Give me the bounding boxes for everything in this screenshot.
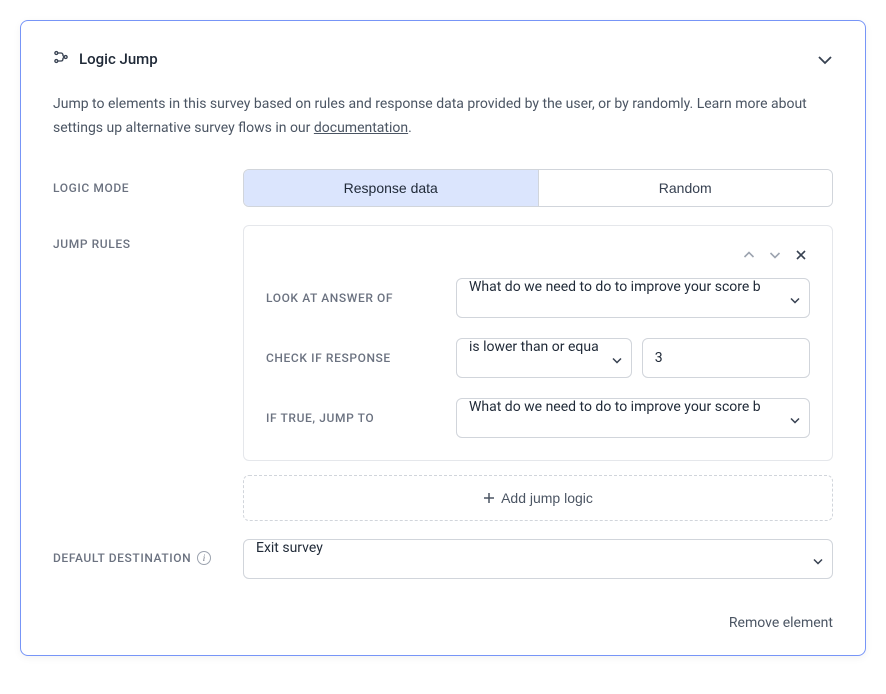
chevron-up-icon	[743, 251, 755, 259]
card-header: Logic Jump	[53, 49, 833, 69]
look-at-answer-select[interactable]: What do we need to do to improve your sc…	[456, 278, 810, 318]
jump-rules-row: JUMP RULES LOOK AT ANSWER OF	[53, 225, 833, 521]
info-icon[interactable]: i	[197, 551, 211, 565]
check-value-input[interactable]	[642, 338, 810, 378]
logic-jump-card: Logic Jump Jump to elements in this surv…	[20, 20, 866, 656]
default-destination-label-text: DEFAULT DESTINATION	[53, 551, 191, 565]
card-title: Logic Jump	[79, 50, 158, 68]
logic-mode-segmented: Response data Random	[243, 169, 833, 207]
documentation-link[interactable]: documentation	[314, 120, 408, 136]
jump-rules-label: JUMP RULES	[53, 225, 243, 251]
add-jump-logic-button[interactable]: Add jump logic	[243, 475, 833, 521]
remove-element-button[interactable]: Remove element	[729, 615, 833, 631]
delete-rule-button[interactable]	[792, 246, 810, 264]
chevron-down-icon	[769, 251, 781, 259]
description-text: Jump to elements in this survey based on…	[53, 93, 833, 141]
card-header-left: Logic Jump	[53, 49, 158, 69]
collapse-toggle[interactable]	[817, 50, 833, 69]
default-destination-label: DEFAULT DESTINATION i	[53, 539, 243, 565]
check-operator-select[interactable]: is lower than or equa	[456, 338, 632, 378]
card-footer: Remove element	[53, 615, 833, 631]
logic-mode-random[interactable]: Random	[539, 170, 833, 206]
check-if-response-label: CHECK IF RESPONSE	[266, 351, 456, 365]
default-destination-select[interactable]: Exit survey	[243, 539, 833, 579]
plus-icon	[483, 492, 495, 504]
description-before: Jump to elements in this survey based on…	[53, 96, 807, 136]
move-rule-up-button[interactable]	[740, 246, 758, 264]
check-if-response-row: CHECK IF RESPONSE is lower than or equa	[266, 338, 810, 378]
logic-mode-label: LOGIC MODE	[53, 169, 243, 195]
look-at-answer-row: LOOK AT ANSWER OF What do we need to do …	[266, 278, 810, 318]
close-icon	[795, 249, 807, 261]
logic-mode-response-data[interactable]: Response data	[244, 170, 539, 206]
look-at-answer-label: LOOK AT ANSWER OF	[266, 291, 456, 305]
rule-toolbar	[266, 246, 810, 264]
logic-mode-row: LOGIC MODE Response data Random	[53, 169, 833, 207]
chevron-down-icon	[817, 55, 833, 65]
if-true-jump-label: IF TRUE, JUMP TO	[266, 411, 456, 425]
logic-jump-icon	[53, 49, 69, 69]
default-destination-row: DEFAULT DESTINATION i Exit survey	[53, 539, 833, 579]
if-true-jump-row: IF TRUE, JUMP TO What do we need to do t…	[266, 398, 810, 438]
description-after: .	[408, 120, 412, 136]
add-jump-logic-label: Add jump logic	[501, 490, 593, 506]
jump-rule-box: LOOK AT ANSWER OF What do we need to do …	[243, 225, 833, 461]
move-rule-down-button[interactable]	[766, 246, 784, 264]
if-true-jump-select[interactable]: What do we need to do to improve your sc…	[456, 398, 810, 438]
